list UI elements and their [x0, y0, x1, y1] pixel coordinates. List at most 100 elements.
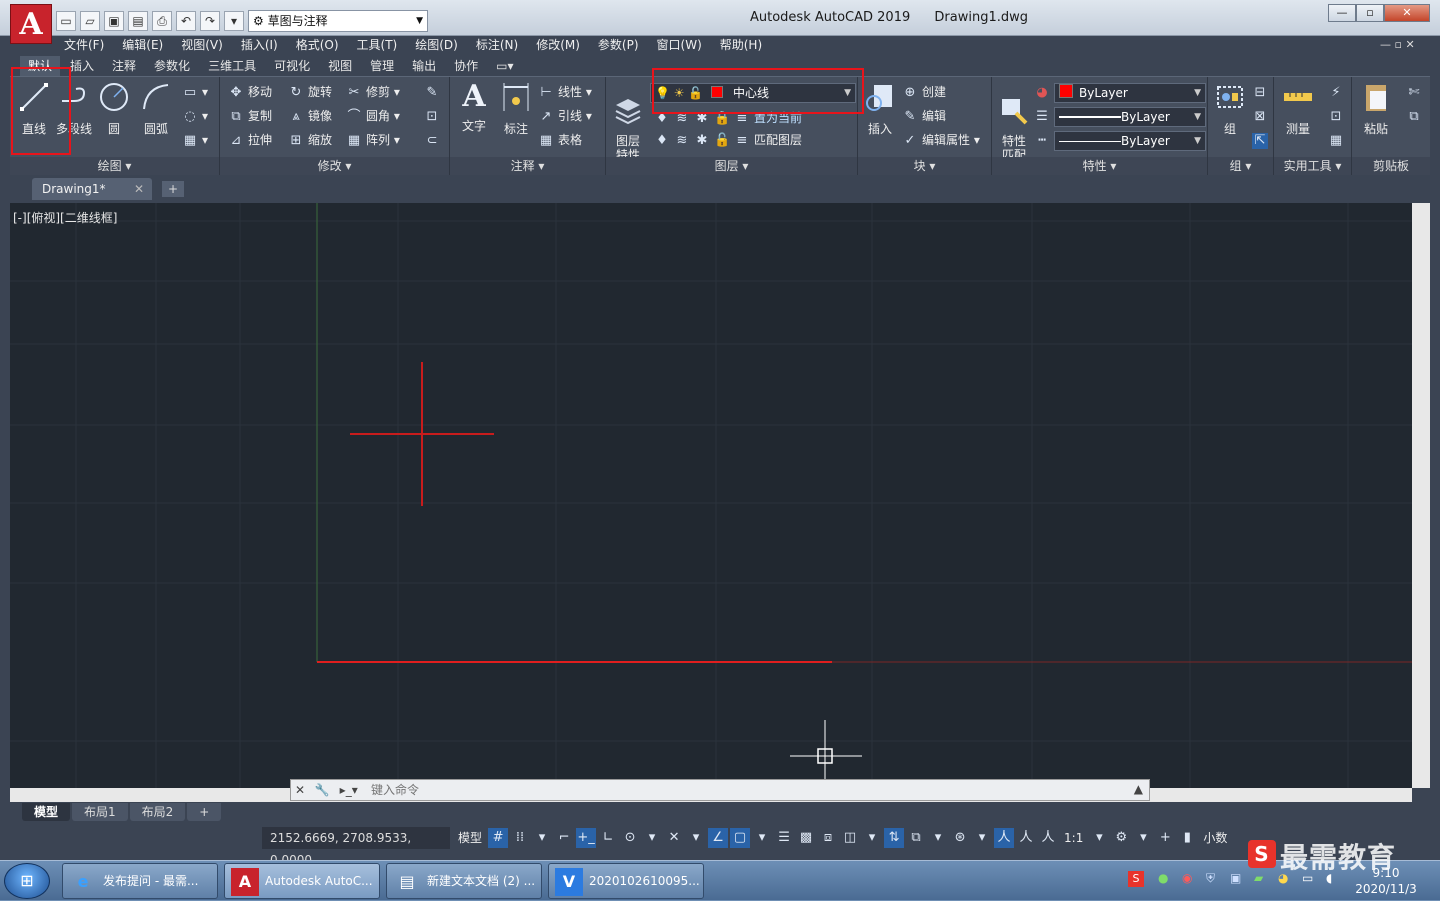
- circle-button[interactable]: 圆: [96, 81, 132, 137]
- color-wheel-icon[interactable]: ◕: [1034, 81, 1054, 103]
- trim-button[interactable]: ✂ 修剪 ▾: [346, 81, 400, 103]
- minimize-button[interactable]: —: [1328, 4, 1356, 22]
- maximize-button[interactable]: ▫: [1356, 4, 1384, 22]
- tab-output[interactable]: 输出: [404, 56, 444, 76]
- calculator-icon[interactable]: ▦: [1328, 129, 1348, 151]
- isometric-icon[interactable]: ✕: [664, 828, 684, 848]
- chevron-down-icon[interactable]: ▾: [928, 828, 948, 848]
- move-button[interactable]: ✥ 移动: [228, 81, 272, 103]
- group-select-icon[interactable]: ⇱: [1252, 129, 1272, 151]
- array-button[interactable]: ▦ 阵列 ▾: [346, 129, 400, 151]
- groups-panel-title[interactable]: 组 ▾: [1208, 157, 1273, 175]
- annotation-visibility-icon[interactable]: 人: [994, 828, 1015, 848]
- units-icon[interactable]: ▮: [1177, 828, 1197, 848]
- menu-draw[interactable]: 绘图(D): [415, 36, 470, 56]
- linetype-dropdown[interactable]: ByLayer ▼: [1054, 107, 1206, 127]
- rotate-button[interactable]: ↻ 旋转: [288, 81, 332, 103]
- menu-view[interactable]: 视图(V): [181, 36, 235, 56]
- coordinate-readout[interactable]: 2152.6669, 2708.9533, 0.0000: [262, 827, 450, 867]
- layer-tools-row-2[interactable]: ♦ ≋ ✱ 🔓 ≡ 匹配图层: [654, 129, 802, 151]
- stretch-button[interactable]: ⊿ 拉伸: [228, 129, 272, 151]
- annotation-scale-value[interactable]: 1:1: [1060, 828, 1087, 848]
- tab-view[interactable]: 视图: [320, 56, 360, 76]
- 3d-object-snap-icon[interactable]: ◫: [840, 828, 860, 848]
- units-value[interactable]: 小数: [1199, 828, 1231, 848]
- wechat-icon[interactable]: ●: [1158, 871, 1168, 885]
- undo-icon[interactable]: ↶: [176, 11, 196, 31]
- new-file-icon[interactable]: ▭: [56, 11, 76, 31]
- ungroup-icon[interactable]: ⊟: [1252, 81, 1272, 103]
- color-dropdown[interactable]: ByLayer ▼: [1054, 83, 1206, 103]
- chevron-down-icon[interactable]: ▾: [972, 828, 992, 848]
- menu-window[interactable]: 窗口(W): [657, 36, 714, 56]
- workspace-selector[interactable]: ⚙ 草图与注释 ▼: [248, 10, 428, 32]
- command-input[interactable]: [371, 781, 1131, 799]
- linear-button[interactable]: ⊢ 线性 ▾: [538, 81, 592, 103]
- model-space-button[interactable]: 模型: [454, 828, 486, 848]
- selection-cycling-icon[interactable]: ⧈: [818, 828, 838, 848]
- hatch-icon[interactable]: ▦ ▾: [182, 129, 208, 151]
- auto-scale-icon[interactable]: 人: [1016, 828, 1036, 848]
- wrench-icon[interactable]: 🔧: [315, 783, 330, 797]
- select-all-icon[interactable]: ⊡: [1328, 105, 1348, 127]
- group-button[interactable]: 组: [1212, 81, 1248, 137]
- lineweight-icon[interactable]: ☰: [1034, 105, 1054, 127]
- chevron-down-icon[interactable]: ▾: [532, 828, 552, 848]
- linetype-icon[interactable]: ┅: [1034, 129, 1054, 151]
- measure-button[interactable]: 测量: [1280, 81, 1316, 137]
- arc-button[interactable]: 圆弧: [138, 81, 174, 137]
- menu-edit[interactable]: 编辑(E): [122, 36, 175, 56]
- paste-button[interactable]: 粘贴: [1358, 81, 1394, 137]
- erase-icon[interactable]: ✎: [424, 81, 444, 103]
- menu-help[interactable]: 帮助(H): [720, 36, 774, 56]
- chevron-down-icon[interactable]: ▾: [686, 828, 706, 848]
- menu-dimension[interactable]: 标注(N): [476, 36, 530, 56]
- save-icon[interactable]: ▣: [104, 11, 124, 31]
- snap-icon[interactable]: ⁞⁞: [510, 828, 530, 848]
- add-layout-button[interactable]: +: [187, 803, 222, 821]
- tab-annotate[interactable]: 注释: [104, 56, 144, 76]
- taskbar-item-notepad[interactable]: ▤ 新建文本文档 (2) ...: [386, 863, 542, 899]
- dynamic-ucs-icon[interactable]: ⇅: [884, 828, 905, 848]
- edit-block-button[interactable]: ✎ 编辑: [902, 105, 946, 127]
- dimension-button[interactable]: 标注: [498, 81, 534, 137]
- polar-tracking-icon[interactable]: ⊙: [620, 828, 640, 848]
- lineweight-display-icon[interactable]: ☰: [774, 828, 794, 848]
- mirror-button[interactable]: ⩓ 镜像: [288, 105, 332, 127]
- edit-attributes-button[interactable]: ✓ 编辑属性 ▾: [902, 129, 980, 151]
- new-tab-button[interactable]: +: [162, 181, 184, 197]
- object-snap-icon[interactable]: ▢: [730, 828, 751, 848]
- copy-button[interactable]: ⧉ 复制: [228, 105, 272, 127]
- drawing-canvas[interactable]: [-][俯视][二维线框]: [10, 203, 1412, 788]
- selection-filter-icon[interactable]: ⧉: [906, 828, 926, 848]
- transparency-icon[interactable]: ▩: [796, 828, 816, 848]
- save-as-icon[interactable]: ▤: [128, 11, 148, 31]
- close-tab-icon[interactable]: ✕: [134, 178, 144, 200]
- tab-3d-tools[interactable]: 三维工具: [200, 56, 264, 76]
- tab-layout1[interactable]: 布局1: [72, 803, 128, 821]
- tab-parametric[interactable]: 参数化: [146, 56, 198, 76]
- offset-icon[interactable]: ⊂: [424, 129, 444, 151]
- tab-model[interactable]: 模型: [22, 803, 71, 821]
- table-button[interactable]: ▦ 表格: [538, 129, 582, 151]
- chevron-down-icon[interactable]: ▾: [642, 828, 662, 848]
- gizmo-icon[interactable]: ⊛: [950, 828, 970, 848]
- vertical-scrollbar[interactable]: [1412, 203, 1430, 788]
- chevron-down-icon[interactable]: ▾: [862, 828, 882, 848]
- ribbon-options-icon[interactable]: ▭▾: [488, 56, 521, 76]
- workspace-switch-gear-icon[interactable]: ⚙: [1111, 828, 1131, 848]
- utilities-panel-title[interactable]: 实用工具 ▾: [1274, 157, 1351, 175]
- taskbar-item-browser[interactable]: e 发布提问 - 最需...: [62, 863, 218, 899]
- lineweight-dropdown[interactable]: ByLayer ▼: [1054, 131, 1206, 151]
- rectangle-icon[interactable]: ▭ ▾: [182, 81, 208, 103]
- grid-icon[interactable]: #: [488, 828, 509, 848]
- text-button[interactable]: A 文字: [456, 81, 492, 134]
- redo-icon[interactable]: ↷: [200, 11, 220, 31]
- menu-file[interactable]: 文件(F): [64, 36, 116, 56]
- document-window-controls[interactable]: — ▫ ✕: [1380, 38, 1415, 51]
- taskbar-item-autocad[interactable]: A Autodesk AutoC...: [224, 863, 380, 899]
- ime-icon[interactable]: S: [1128, 871, 1144, 887]
- fillet-button[interactable]: ⌒ 圆角 ▾: [346, 105, 399, 127]
- network-icon[interactable]: ▣: [1230, 871, 1241, 885]
- command-history-icon[interactable]: ▲: [1134, 782, 1143, 796]
